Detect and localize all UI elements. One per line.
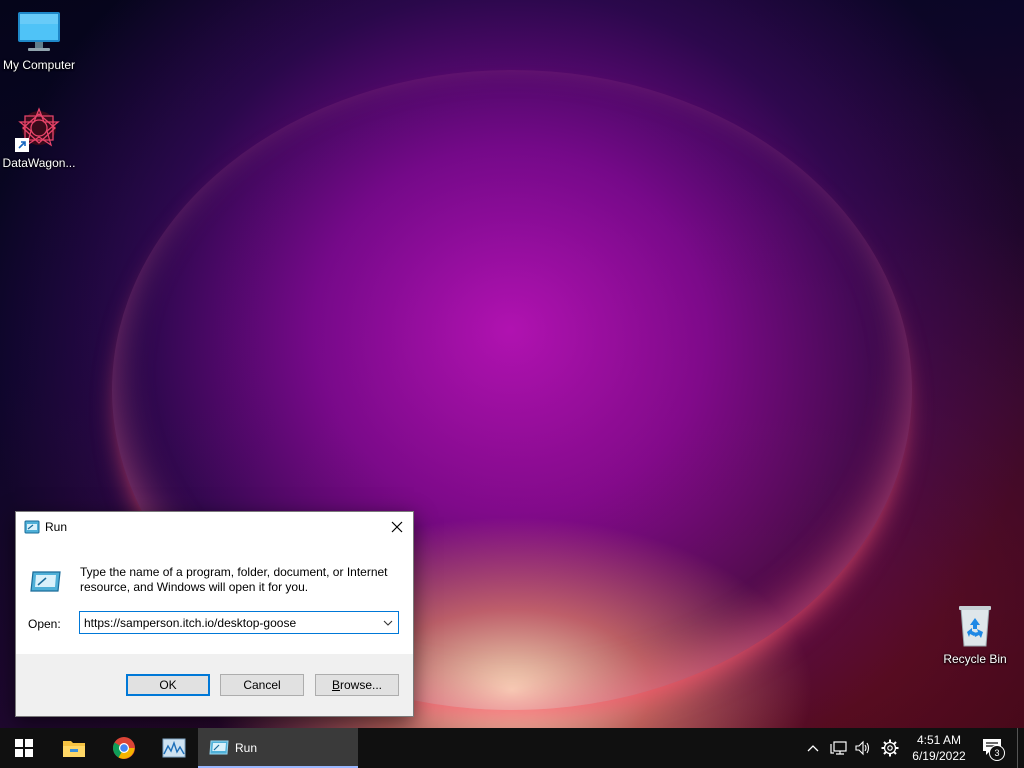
taskbar-run-label: Run [235,741,258,755]
network-icon [830,741,847,755]
network-button[interactable] [830,738,848,761]
taskbar: Run 4:51 AM 6/19/2022 [0,728,1024,768]
taskbar-chrome[interactable] [100,728,148,768]
shortcut-arrow-icon [15,138,29,152]
run-app-icon [24,520,40,537]
browse-button[interactable]: Browse... [315,674,399,696]
chevron-down-icon [383,620,393,626]
desktop-icon-label: Recycle Bin [943,652,1007,666]
monitor-icon [15,8,63,56]
desktop-icon-my-computer[interactable]: My Computer [0,8,78,72]
close-button[interactable] [381,512,413,542]
desktop-icon-datawagon[interactable]: DataWagon... [0,106,78,170]
clock-date: 6/19/2022 [912,749,966,763]
clock-time: 4:51 AM [916,733,962,747]
open-combobox[interactable] [79,611,399,634]
chevron-up-icon [807,745,819,752]
start-button[interactable] [0,728,48,768]
open-label: Open: [28,617,61,631]
gear-icon [881,739,899,757]
clock[interactable]: 4:51 AM 6/19/2022 [906,732,972,764]
run-description: Type the name of a program, folder, docu… [80,565,388,594]
chrome-icon [113,737,135,759]
notification-count-badge: 3 [989,745,1005,761]
run-large-icon [30,570,62,597]
show-hidden-icons-button[interactable] [806,738,820,761]
windows-logo-icon [15,739,33,757]
taskbar-run-window[interactable]: Run [198,728,358,768]
ok-button[interactable]: OK [126,674,210,696]
taskbar-file-explorer[interactable] [50,728,98,768]
run-dialog: Run Type the name of a program, folder, … [15,511,414,717]
run-titlebar[interactable]: Run [16,512,413,542]
open-input[interactable] [80,612,376,633]
desktop-icon-recycle-bin[interactable]: Recycle Bin [936,602,1014,666]
show-desktop-button[interactable] [1017,728,1024,768]
performance-monitor-icon [162,738,186,758]
run-app-icon [209,740,229,759]
cancel-button[interactable]: Cancel [220,674,304,696]
speaker-icon [855,740,870,756]
open-dropdown-button[interactable] [378,612,398,633]
run-dialog-title: Run [45,520,68,534]
desktop-icon-label: DataWagon... [2,156,76,170]
desktop-icon-label: My Computer [2,58,76,72]
taskbar-performance-monitor[interactable] [150,728,198,768]
file-explorer-icon [63,741,85,757]
recycle-bin-icon [951,602,999,650]
desktop[interactable]: My Computer DataWagon... Recycle Bin Run… [0,0,1024,728]
volume-button[interactable] [854,738,872,761]
close-icon [391,521,403,533]
settings-button[interactable] [880,738,900,761]
run-dialog-body: Type the name of a program, folder, docu… [16,542,413,654]
datawagon-logo-icon [15,106,63,154]
